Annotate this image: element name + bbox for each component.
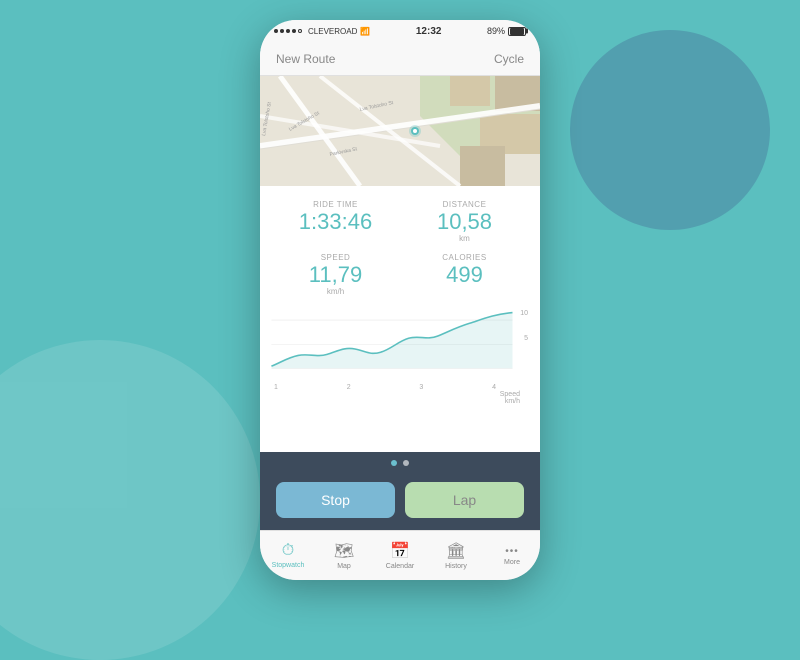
status-time: 12:32 — [416, 26, 442, 37]
speed-label: SPEED — [276, 253, 395, 262]
chart-y-5: 5 — [520, 333, 528, 344]
tab-map[interactable]: 🗺 Map — [316, 541, 372, 570]
tab-stopwatch[interactable]: ⏱ Stopwatch — [260, 542, 316, 569]
map-svg: Lva Tolstoho St Lva Tolstoho St Parkivsk… — [260, 76, 540, 186]
calendar-icon: 📅 — [390, 541, 410, 561]
chart-y-10: 10 — [520, 308, 528, 319]
signal-dot-5 — [298, 29, 302, 33]
battery-fill — [510, 28, 524, 35]
calories-label: CALORIES — [405, 253, 524, 262]
chart-speed-label: Speedkm/h — [270, 391, 530, 405]
battery-icon — [508, 27, 526, 36]
stat-speed: SPEED 11,79 km/h — [276, 253, 395, 296]
ride-time-label: RIDE TIME — [276, 200, 395, 209]
tab-stopwatch-label: Stopwatch — [272, 562, 305, 569]
x-label-3: 3 — [419, 384, 423, 391]
bg-decoration-1 — [0, 340, 260, 660]
x-label-4: 4 — [492, 384, 496, 391]
x-label-2: 2 — [347, 384, 351, 391]
speed-unit: km/h — [276, 287, 395, 296]
tab-history-label: History — [445, 563, 467, 570]
history-icon: 🏛 — [446, 541, 466, 561]
nav-bar: New Route Cycle — [260, 42, 540, 76]
map-icon: 🗺 — [334, 541, 354, 561]
tab-calendar-label: Calendar — [386, 563, 414, 570]
status-bar: CLEVEROAD 📶 12:32 89% — [260, 20, 540, 42]
signal-dot-4 — [292, 29, 296, 33]
signal-dots — [274, 29, 302, 33]
carrier-label: CLEVEROAD — [308, 27, 357, 36]
chart-x-labels: 1 2 3 4 — [270, 384, 530, 391]
nav-mode: Cycle — [494, 52, 524, 66]
signal-dot-3 — [286, 29, 290, 33]
page-dots — [260, 452, 540, 472]
chart-svg — [270, 304, 530, 379]
stat-distance: DISTANCE 10,58 km — [405, 200, 524, 243]
tab-bar: ⏱ Stopwatch 🗺 Map 📅 Calendar 🏛 History •… — [260, 530, 540, 580]
page-dot-2 — [403, 460, 409, 466]
page-dot-1 — [391, 460, 397, 466]
x-label-1: 1 — [274, 384, 278, 391]
tab-history[interactable]: 🏛 History — [428, 541, 484, 570]
ride-time-value: 1:33:46 — [276, 211, 395, 233]
map-area[interactable]: Lva Tolstoho St Lva Tolstoho St Parkivsk… — [260, 76, 540, 186]
stats-panel: RIDE TIME 1:33:46 DISTANCE 10,58 km SPEE… — [260, 186, 540, 452]
chart-area: 10 5 1 2 3 4 Speedkm/h — [260, 304, 540, 452]
tab-calendar[interactable]: 📅 Calendar — [372, 541, 428, 570]
stopwatch-icon: ⏱ — [282, 542, 294, 560]
stat-calories: CALORIES 499 — [405, 253, 524, 296]
stats-grid: RIDE TIME 1:33:46 DISTANCE 10,58 km SPEE… — [260, 186, 540, 304]
distance-value: 10,58 — [405, 211, 524, 233]
phone-frame: CLEVEROAD 📶 12:32 89% New Route Cycle — [260, 20, 540, 580]
wifi-icon: 📶 — [360, 27, 370, 36]
stop-button[interactable]: Stop — [276, 482, 395, 518]
more-icon: ••• — [505, 546, 519, 557]
speed-value: 11,79 — [276, 264, 395, 286]
calories-value: 499 — [405, 264, 524, 286]
status-right: 89% — [487, 26, 526, 36]
tab-more[interactable]: ••• More — [484, 546, 540, 566]
tab-more-label: More — [504, 559, 520, 566]
signal-dot-1 — [274, 29, 278, 33]
chart-y-labels: 10 5 — [520, 308, 528, 344]
battery-percent: 89% — [487, 26, 505, 36]
action-buttons: Stop Lap — [260, 472, 540, 530]
bg-decoration-2 — [570, 30, 770, 230]
distance-unit: km — [405, 234, 524, 243]
distance-label: DISTANCE — [405, 200, 524, 209]
lap-button[interactable]: Lap — [405, 482, 524, 518]
tab-map-label: Map — [337, 563, 351, 570]
status-left: CLEVEROAD 📶 — [274, 27, 370, 36]
stat-ride-time: RIDE TIME 1:33:46 — [276, 200, 395, 243]
nav-title: New Route — [276, 52, 335, 66]
signal-dot-2 — [280, 29, 284, 33]
